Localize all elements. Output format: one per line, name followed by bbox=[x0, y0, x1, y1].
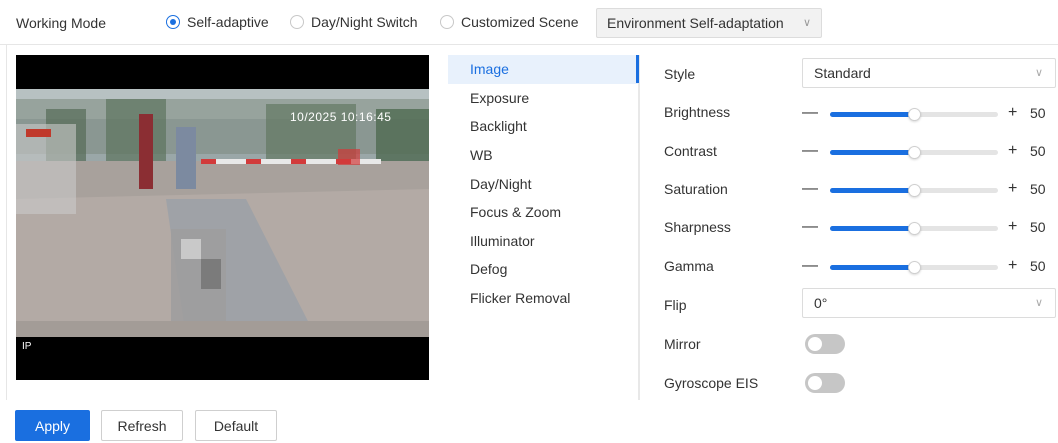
slider-handle[interactable] bbox=[908, 222, 921, 235]
menu-item-backlight[interactable]: Backlight bbox=[448, 112, 640, 141]
contrast-slider[interactable]: — + 50 bbox=[802, 142, 1056, 162]
minus-icon[interactable]: — bbox=[802, 104, 818, 122]
chevron-down-icon: ∨ bbox=[802, 17, 811, 29]
brightness-label: Brightness bbox=[664, 104, 731, 120]
saturation-value: 50 bbox=[1030, 181, 1046, 197]
radio-day-night-switch[interactable]: Day/Night Switch bbox=[290, 14, 418, 30]
radio-self-adaptive-label: Self-adaptive bbox=[187, 14, 269, 30]
slider-track[interactable] bbox=[830, 184, 998, 197]
menu-active-indicator bbox=[636, 55, 639, 83]
working-mode-bar: Working Mode Self-adaptive Day/Night Swi… bbox=[0, 0, 1058, 45]
plus-icon[interactable]: + bbox=[1008, 142, 1017, 160]
slider-track[interactable] bbox=[830, 222, 998, 235]
radio-customized-scene-label: Customized Scene bbox=[461, 14, 579, 30]
slider-handle[interactable] bbox=[908, 261, 921, 274]
radio-day-night-switch-label: Day/Night Switch bbox=[311, 14, 418, 30]
saturation-slider[interactable]: — + 50 bbox=[802, 180, 1056, 200]
scene-select-value: Environment Self-adaptation bbox=[607, 15, 784, 31]
toggle-knob bbox=[808, 337, 822, 351]
mirror-label: Mirror bbox=[664, 336, 701, 352]
plus-icon[interactable]: + bbox=[1008, 180, 1017, 198]
menu-item-defog[interactable]: Defog bbox=[448, 255, 640, 284]
chevron-down-icon: ∨ bbox=[1034, 67, 1043, 79]
brightness-slider[interactable]: — + 50 bbox=[802, 104, 1056, 124]
gamma-label: Gamma bbox=[664, 258, 714, 274]
slider-fill bbox=[830, 112, 914, 117]
menu-item-image[interactable]: Image bbox=[448, 55, 640, 84]
flip-label: Flip bbox=[664, 297, 687, 313]
slider-fill bbox=[830, 150, 914, 155]
gyroscope-eis-label: Gyroscope EIS bbox=[664, 375, 759, 391]
osd-timestamp: 10/2025 10:16:45 bbox=[290, 110, 392, 124]
default-button[interactable]: Default bbox=[195, 410, 277, 441]
radio-checked-icon bbox=[166, 15, 180, 29]
slider-fill bbox=[830, 188, 914, 193]
radio-unchecked-icon bbox=[290, 15, 304, 29]
flip-select[interactable]: 0° ∨ bbox=[802, 288, 1056, 318]
menu-item-wb[interactable]: WB bbox=[448, 141, 640, 170]
style-label: Style bbox=[664, 66, 696, 82]
gyroscope-eis-toggle[interactable] bbox=[805, 373, 845, 393]
left-border bbox=[6, 45, 7, 400]
apply-button[interactable]: Apply bbox=[15, 410, 90, 441]
slider-track[interactable] bbox=[830, 108, 998, 121]
brightness-value: 50 bbox=[1030, 105, 1046, 121]
working-mode-label: Working Mode bbox=[16, 15, 107, 31]
settings-menu: Image Exposure Backlight WB Day/Night Fo… bbox=[448, 55, 640, 312]
video-frame-image bbox=[16, 89, 429, 337]
slider-handle[interactable] bbox=[908, 108, 921, 121]
osd-ip-label: IP bbox=[22, 341, 32, 352]
refresh-button[interactable]: Refresh bbox=[101, 410, 183, 441]
radio-unchecked-icon bbox=[440, 15, 454, 29]
chevron-down-icon: ∨ bbox=[1034, 297, 1043, 309]
minus-icon[interactable]: — bbox=[802, 218, 818, 236]
menu-item-flicker-removal[interactable]: Flicker Removal bbox=[448, 284, 640, 313]
style-select[interactable]: Standard ∨ bbox=[802, 58, 1056, 88]
live-video-preview: 10/2025 10:16:45 IP bbox=[16, 55, 429, 380]
minus-icon[interactable]: — bbox=[802, 180, 818, 198]
contrast-value: 50 bbox=[1030, 143, 1046, 159]
plus-icon[interactable]: + bbox=[1008, 257, 1017, 275]
menu-divider bbox=[638, 55, 640, 400]
sharpness-label: Sharpness bbox=[664, 219, 731, 235]
saturation-label: Saturation bbox=[664, 181, 728, 197]
mirror-toggle[interactable] bbox=[805, 334, 845, 354]
menu-item-exposure[interactable]: Exposure bbox=[448, 84, 640, 113]
menu-item-day-night[interactable]: Day/Night bbox=[448, 169, 640, 198]
flip-select-value: 0° bbox=[814, 295, 828, 311]
slider-handle[interactable] bbox=[908, 146, 921, 159]
slider-handle[interactable] bbox=[908, 184, 921, 197]
slider-track[interactable] bbox=[830, 146, 998, 159]
slider-fill bbox=[830, 226, 914, 231]
toggle-knob bbox=[808, 376, 822, 390]
radio-self-adaptive[interactable]: Self-adaptive bbox=[166, 14, 269, 30]
minus-icon[interactable]: — bbox=[802, 142, 818, 160]
sharpness-value: 50 bbox=[1030, 219, 1046, 235]
contrast-label: Contrast bbox=[664, 143, 717, 159]
gamma-slider[interactable]: — + 50 bbox=[802, 257, 1056, 277]
style-select-value: Standard bbox=[814, 65, 871, 81]
radio-customized-scene[interactable]: Customized Scene bbox=[440, 14, 579, 30]
minus-icon[interactable]: — bbox=[802, 257, 818, 275]
slider-track[interactable] bbox=[830, 261, 998, 274]
plus-icon[interactable]: + bbox=[1008, 104, 1017, 122]
plus-icon[interactable]: + bbox=[1008, 218, 1017, 236]
sharpness-slider[interactable]: — + 50 bbox=[802, 218, 1056, 238]
gamma-value: 50 bbox=[1030, 258, 1046, 274]
slider-fill bbox=[830, 265, 914, 270]
menu-item-focus-zoom[interactable]: Focus & Zoom bbox=[448, 198, 640, 227]
menu-item-illuminator[interactable]: Illuminator bbox=[448, 227, 640, 256]
scene-select[interactable]: Environment Self-adaptation ∨ bbox=[596, 8, 822, 38]
